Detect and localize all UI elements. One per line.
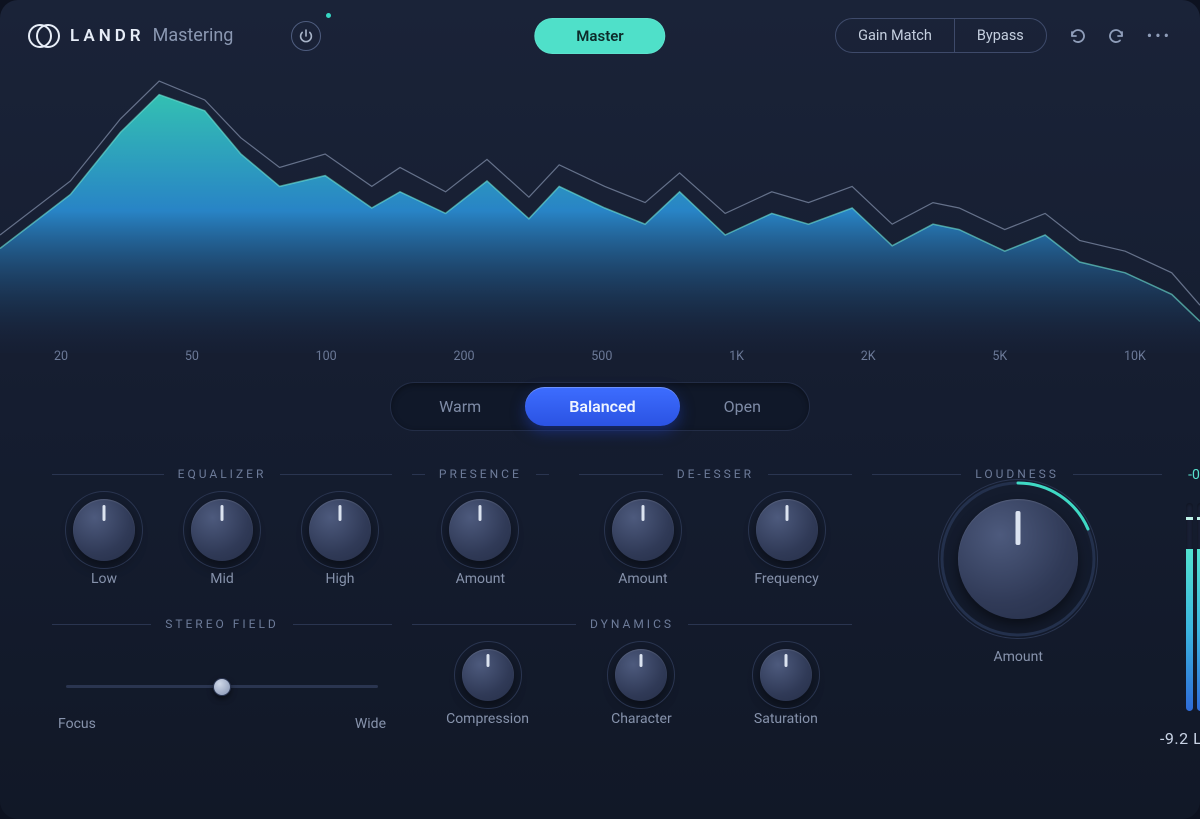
dynamics-section: DYNAMICS Compression Character Saturation [412, 617, 852, 727]
logo: LANDR Mastering [28, 20, 233, 52]
knob-label: High [326, 571, 355, 587]
redo-button[interactable] [1107, 26, 1127, 46]
knob-label: Compression [446, 711, 529, 727]
monitor-toggle: Gain Match Bypass [835, 18, 1047, 53]
knob-label: Low [91, 571, 117, 587]
slider-thumb-icon[interactable] [213, 678, 231, 696]
eq-low-knob[interactable]: Low [73, 499, 135, 587]
loudness-knob-label: Amount [993, 649, 1042, 665]
lufs-readout: -9.2 LUFS [872, 729, 1200, 748]
brand-name: LANDR [70, 26, 145, 46]
knob-arc-icon [938, 479, 1098, 639]
deesser-section: DE-ESSER Amount Frequency [579, 467, 852, 587]
product-name: Mastering [153, 25, 234, 46]
section-title: STEREO FIELD [52, 617, 392, 631]
output-meter: 0-3-6-9-12-18-30-60-inf [1186, 499, 1200, 711]
knob-label: Amount [456, 571, 505, 587]
header: LANDR Mastering Master Gain Match Bypass… [0, 0, 1200, 63]
power-button[interactable] [291, 21, 321, 51]
more-menu-button[interactable]: ••• [1147, 26, 1172, 45]
loudness-knob[interactable] [958, 499, 1078, 619]
dynamics-saturation-knob[interactable]: Saturation [754, 649, 818, 727]
section-title: DYNAMICS [412, 617, 852, 631]
presence-amount-knob[interactable]: Amount [449, 499, 511, 587]
bypass-button[interactable]: Bypass [954, 19, 1046, 52]
knob-label: Mid [210, 571, 234, 587]
deesser-frequency-knob[interactable]: Frequency [754, 499, 818, 587]
spectrum-display [0, 53, 1200, 353]
eq-high-knob[interactable]: High [309, 499, 371, 587]
knob-label: Character [611, 711, 672, 727]
eq-mid-knob[interactable]: Mid [191, 499, 253, 587]
meter-bar-left [1186, 503, 1193, 711]
dynamics-character-knob[interactable]: Character [611, 649, 672, 727]
stereo-wide-label: Wide [355, 716, 386, 732]
deesser-amount-knob[interactable]: Amount [612, 499, 674, 587]
style-selector: WarmBalancedOpen [390, 382, 810, 431]
master-button[interactable]: Master [534, 18, 665, 54]
logo-icon [28, 20, 60, 52]
app-window: LANDR Mastering Master Gain Match Bypass… [0, 0, 1200, 819]
stereo-focus-label: Focus [58, 716, 96, 732]
gain-match-button[interactable]: Gain Match [836, 19, 954, 52]
dynamics-compression-knob[interactable]: Compression [446, 649, 529, 727]
stereo-width-slider[interactable] [66, 685, 378, 688]
presence-section: PRESENCE Amount [412, 467, 549, 587]
knob-label: Saturation [754, 711, 818, 727]
stereo-field-section: STEREO FIELD Focus Wide [52, 617, 392, 732]
knob-label: Frequency [754, 571, 818, 587]
section-title: EQUALIZER [52, 467, 392, 481]
undo-button[interactable] [1067, 26, 1087, 46]
style-option-warm[interactable]: Warm [395, 387, 525, 426]
style-option-balanced[interactable]: Balanced [525, 387, 679, 426]
peak-db-readout: -0.2dB [1188, 467, 1200, 483]
style-option-open[interactable]: Open [680, 387, 805, 426]
loudness-section: LOUDNESS -0.2dB [872, 467, 1200, 748]
knob-label: Amount [618, 571, 667, 587]
equalizer-section: EQUALIZER Low Mid High [52, 467, 392, 587]
section-title: DE-ESSER [579, 467, 852, 481]
activity-indicator-icon [326, 13, 331, 18]
section-title: PRESENCE [412, 467, 549, 481]
